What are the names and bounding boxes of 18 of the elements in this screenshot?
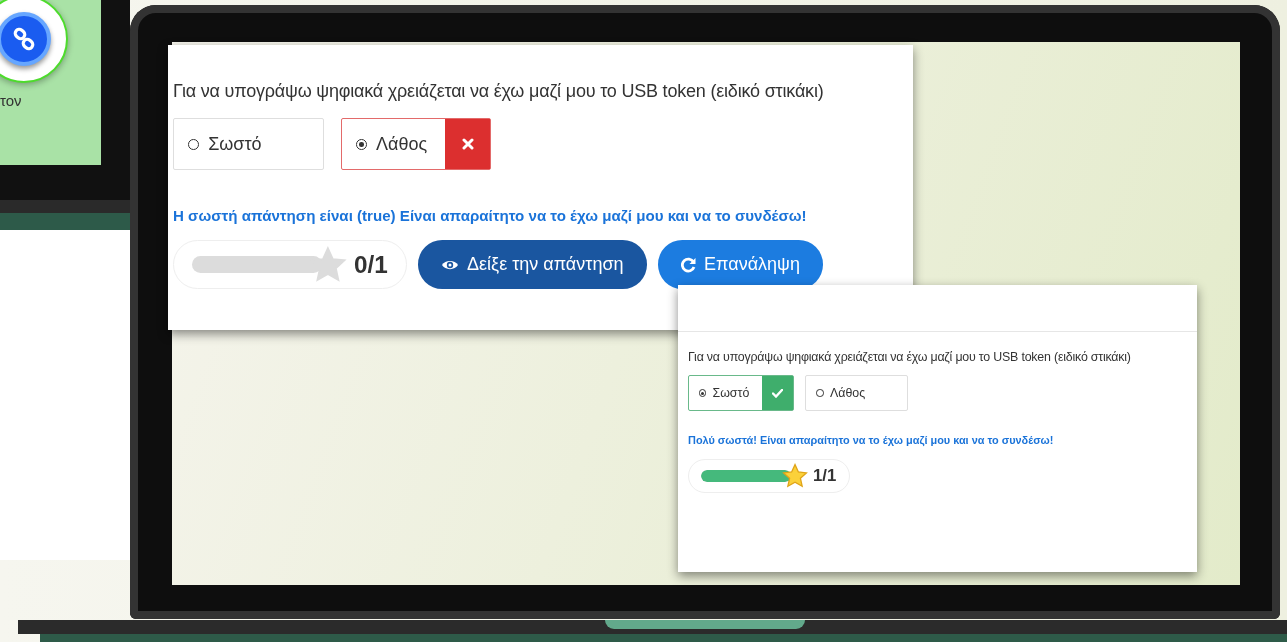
answer-option[interactable]: Λάθος — [805, 375, 909, 412]
answer-option[interactable]: Σωστό — [173, 118, 324, 171]
answer-option[interactable]: Λάθος — [340, 118, 492, 171]
score-text: 0/1 — [354, 250, 388, 279]
question-text: Για να υπογράψω ψηφιακά χρειάζεται να έχω μαζί μου το USB token (ειδικό στικάκι) — [173, 81, 825, 102]
answer-option[interactable]: Σωστό — [688, 375, 794, 412]
cross-icon — [461, 138, 474, 151]
check-icon — [771, 388, 783, 398]
caption-text: τον — [0, 92, 22, 109]
link-icon — [12, 27, 36, 51]
feedback-text: Η σωστή απάντηση είναι (true) Είναι απαραίτητο να το έχω μαζί μου και να το συνδέσω! — [173, 206, 808, 224]
show-answer-button[interactable]: Δείξε την απάντηση — [417, 240, 647, 289]
retry-button[interactable]: Επανάληψη — [657, 240, 824, 289]
eye-icon — [441, 258, 460, 271]
feedback-text: Πολύ σωστά! Είναι απαραίτητο να το έχω μαζί μου και να το συνδέσω! — [688, 434, 1055, 446]
score-text: 1/1 — [813, 465, 837, 486]
question-text: Για να υπογράψω ψηφιακά χρειάζεται να έχω μαζί μου το USB token (ειδικό στικάκι) — [688, 350, 1132, 364]
refresh-icon — [681, 256, 697, 273]
